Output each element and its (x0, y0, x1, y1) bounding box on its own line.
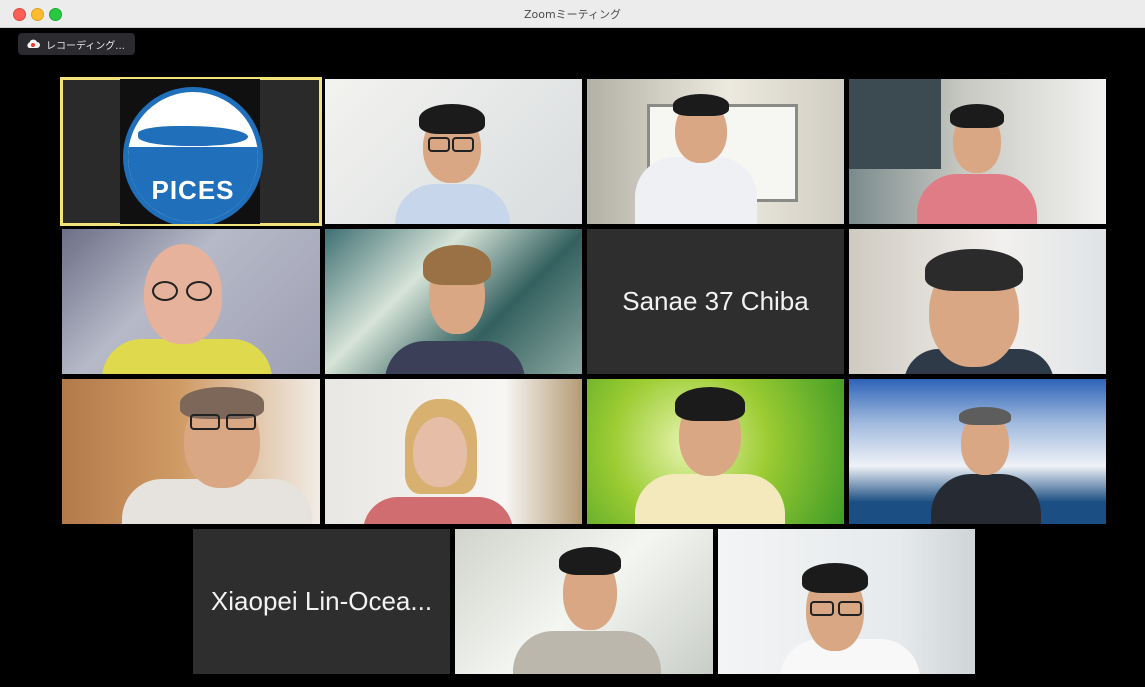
participant-video-tile[interactable] (849, 79, 1106, 224)
video-feed (587, 379, 844, 524)
recording-label: レコーディング... (46, 40, 125, 52)
video-feed (718, 529, 975, 674)
logo-text: PICES (151, 175, 235, 205)
participant-name-tile[interactable]: Sanae 37 Chiba (587, 229, 844, 374)
participant-tile-pices[interactable]: PICES (60, 77, 322, 226)
participant-name-tile[interactable]: Xiaopei Lin-Ocea... (193, 529, 450, 674)
pices-logo: PICES (123, 87, 263, 224)
zoom-window: Zoomミーティング レコーディング... PICES Sanae 37 Chi… (0, 0, 1145, 687)
participant-video-tile[interactable] (325, 79, 582, 224)
video-feed (587, 79, 844, 224)
video-feed (455, 529, 713, 674)
participant-video-tile[interactable] (849, 229, 1106, 374)
video-feed (325, 79, 582, 224)
video-feed (849, 379, 1106, 524)
participant-name: Sanae 37 Chiba (622, 286, 809, 316)
cloud-recording-icon (26, 39, 40, 49)
video-feed (62, 379, 320, 524)
participant-video-tile[interactable] (325, 379, 582, 524)
participant-video-tile[interactable] (62, 379, 320, 524)
participant-video-tile[interactable] (587, 79, 844, 224)
participant-video-tile[interactable] (587, 379, 844, 524)
participant-video-tile[interactable] (455, 529, 713, 674)
participant-name: Xiaopei Lin-Ocea... (210, 586, 433, 616)
participant-video-tile[interactable] (325, 229, 582, 374)
video-feed (62, 229, 320, 374)
participant-video-tile[interactable] (849, 379, 1106, 524)
video-feed (849, 79, 1106, 224)
title-bar: Zoomミーティング (0, 0, 1145, 28)
participant-video-tile[interactable] (62, 229, 320, 374)
window-title: Zoomミーティング (523, 8, 622, 21)
participant-video-tile[interactable] (718, 529, 975, 674)
video-feed (849, 229, 1106, 374)
recording-indicator[interactable]: レコーディング... (18, 33, 135, 55)
video-feed (325, 229, 582, 374)
video-feed (325, 379, 582, 524)
